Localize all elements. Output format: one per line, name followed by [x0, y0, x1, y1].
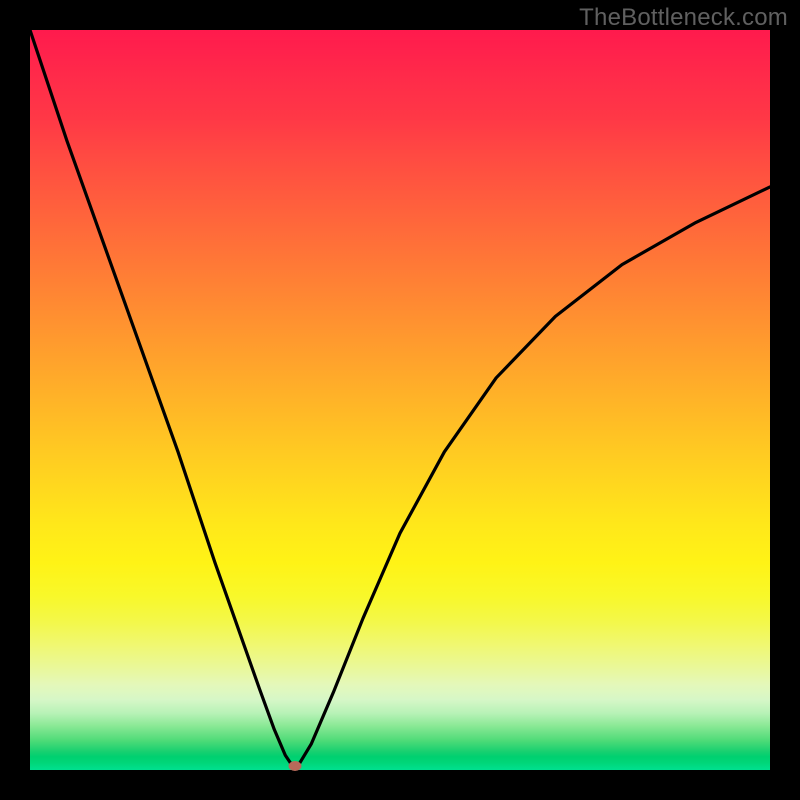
plot-area [30, 30, 770, 770]
bottleneck-curve [30, 30, 770, 770]
curve-path [30, 30, 770, 770]
watermark-text: TheBottleneck.com [579, 4, 788, 32]
minimum-marker [288, 761, 301, 771]
stage: TheBottleneck.com [0, 0, 800, 800]
